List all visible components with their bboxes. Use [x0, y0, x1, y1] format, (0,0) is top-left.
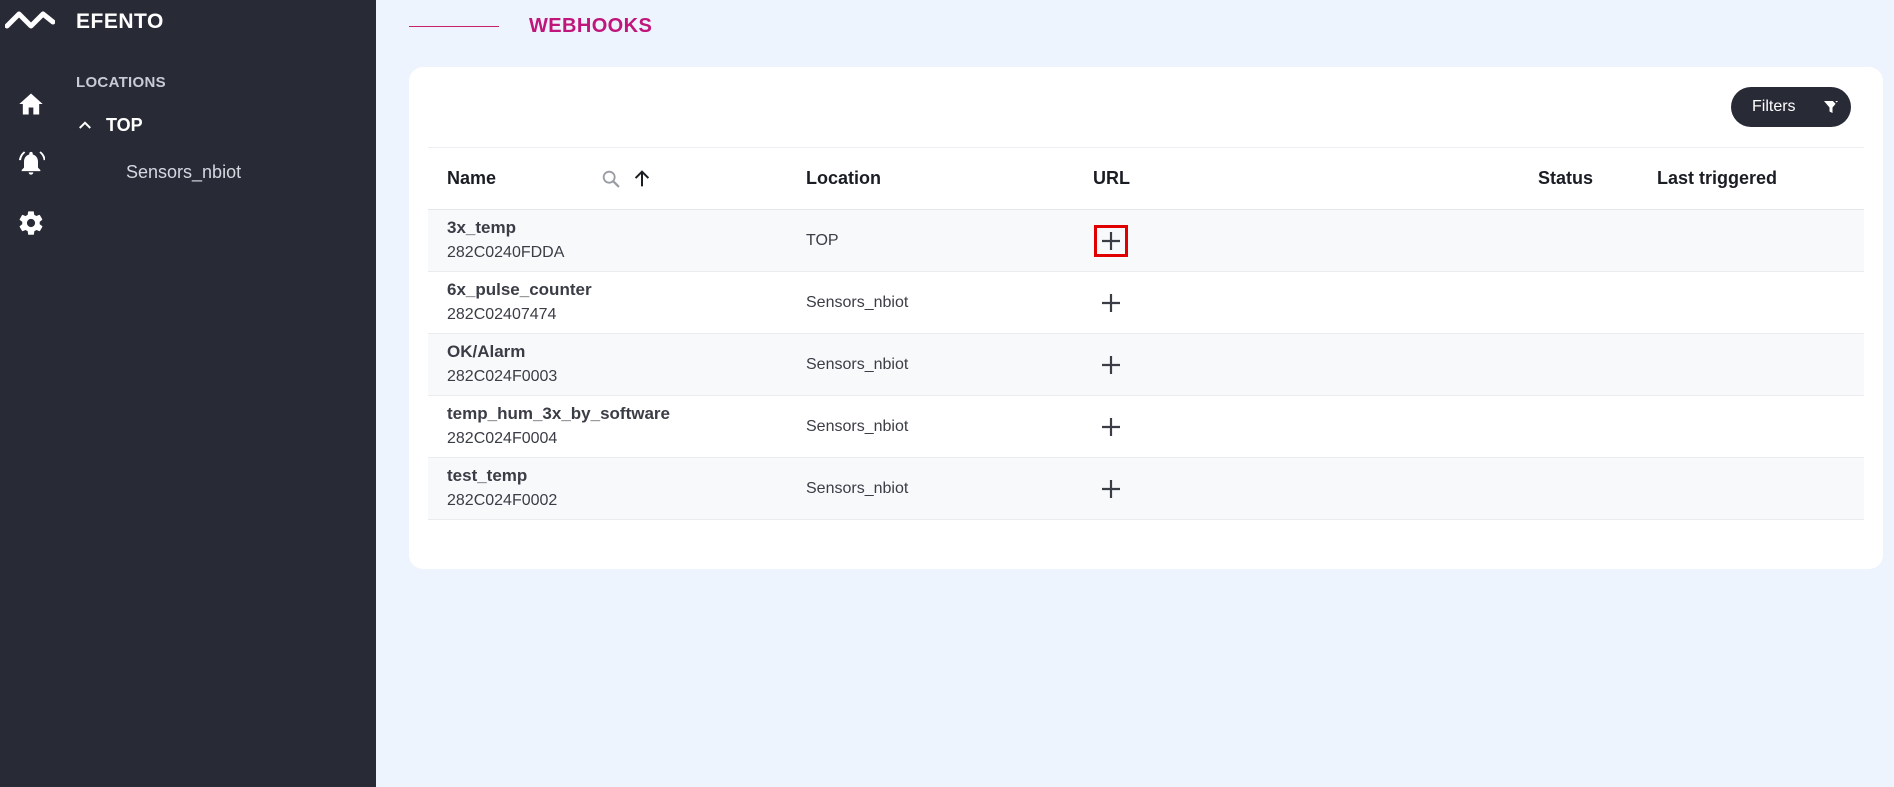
webhook-location: Sensors_nbiot [806, 480, 909, 497]
chevron-up-icon [79, 121, 91, 129]
webhook-name: test_temp [447, 466, 528, 485]
filters-button[interactable]: Filters [1731, 87, 1851, 127]
home-icon[interactable] [16, 89, 46, 119]
filter-clear-icon [1824, 99, 1839, 113]
plus-icon [1102, 232, 1120, 250]
plus-icon [1102, 418, 1120, 436]
add-url-button[interactable] [1094, 225, 1128, 257]
add-url-button[interactable] [1094, 473, 1128, 505]
webhook-id: 282C0240FDDA [447, 244, 565, 261]
webhook-location: Sensors_nbiot [806, 294, 909, 311]
table-row[interactable]: OK/Alarm 282C024F0003 Sensors_nbiot [428, 334, 1864, 396]
sort-ascending-icon[interactable] [631, 168, 653, 190]
column-header-name[interactable]: Name [447, 168, 496, 189]
webhook-location: Sensors_nbiot [806, 356, 909, 373]
table-row[interactable]: 3x_temp 282C0240FDDA TOP [428, 210, 1864, 272]
efento-logo-icon[interactable] [5, 6, 55, 34]
webhook-id: 282C02407474 [447, 306, 557, 323]
tree-node-label: TOP [106, 114, 143, 135]
webhook-name: OK/Alarm [447, 342, 526, 361]
gear-icon[interactable] [16, 208, 46, 238]
icon-rail [0, 0, 62, 787]
table-row[interactable]: 6x_pulse_counter 282C02407474 Sensors_nb… [428, 272, 1864, 334]
table-header: Name Location URL Status Last triggered [428, 147, 1864, 210]
plus-icon [1102, 480, 1120, 498]
bell-alarm-icon[interactable] [16, 148, 46, 178]
tree-node-sensors-nbiot[interactable]: Sensors_nbiot [126, 162, 241, 183]
add-url-button[interactable] [1094, 349, 1128, 381]
search-icon[interactable] [600, 168, 622, 190]
webhook-name: 3x_temp [447, 218, 516, 237]
webhooks-table: Name Location URL Status Last triggered … [428, 147, 1864, 520]
locations-section-title: LOCATIONS [76, 74, 166, 91]
webhook-name: 6x_pulse_counter [447, 280, 592, 299]
webhook-location: TOP [806, 232, 839, 249]
page-title: WEBHOOKS [529, 15, 653, 37]
table-row[interactable]: test_temp 282C024F0002 Sensors_nbiot [428, 458, 1864, 520]
webhook-id: 282C024F0002 [447, 492, 558, 509]
webhook-id: 282C024F0003 [447, 368, 558, 385]
tree-node-top[interactable]: TOP [76, 112, 143, 138]
column-header-status[interactable]: Status [1538, 168, 1593, 189]
webhook-location: Sensors_nbiot [806, 418, 909, 435]
add-url-button[interactable] [1094, 287, 1128, 319]
plus-icon [1102, 294, 1120, 312]
column-header-url[interactable]: URL [1093, 168, 1130, 189]
plus-icon [1102, 356, 1120, 374]
add-url-button[interactable] [1094, 411, 1128, 443]
webhook-name: temp_hum_3x_by_software [447, 404, 670, 423]
title-accent-line [409, 26, 499, 27]
table-row[interactable]: temp_hum_3x_by_software 282C024F0004 Sen… [428, 396, 1864, 458]
sidebar: EFENTO LOCATIONS TOP Sensors_nbiot [0, 0, 376, 787]
filters-label: Filters [1752, 98, 1796, 115]
column-header-last-triggered[interactable]: Last triggered [1657, 168, 1777, 189]
column-header-location[interactable]: Location [806, 168, 881, 189]
app-brand: EFENTO [76, 10, 164, 33]
webhook-id: 282C024F0004 [447, 430, 558, 447]
